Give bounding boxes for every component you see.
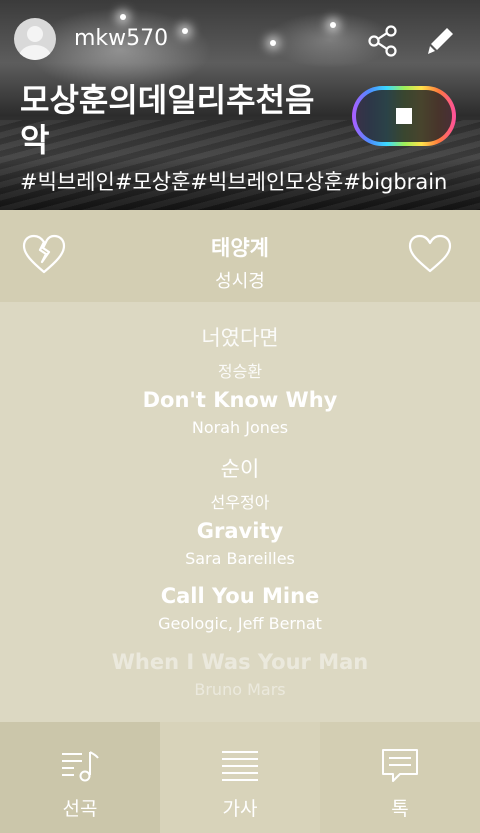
song-artist: Geologic, Jeff Bernat: [158, 614, 322, 633]
username[interactable]: mkw570: [74, 26, 168, 51]
music-list-icon: [62, 751, 99, 782]
chat-icon: [382, 749, 418, 782]
background-light: [120, 14, 126, 20]
song-artist: Sara Bareilles: [185, 549, 295, 568]
playlist-header: mkw570 모상훈의데일리추천음악 #빅브레인#모상훈#빅브레인모상훈#big…: [0, 0, 480, 210]
like-button[interactable]: [406, 232, 454, 276]
song-title: 너였다면: [201, 326, 279, 350]
stop-button[interactable]: [352, 86, 456, 146]
tab-song-selection[interactable]: 선곡: [0, 722, 160, 833]
song-title: 순이: [220, 457, 260, 481]
pencil-icon: [428, 28, 453, 54]
list-item[interactable]: Call You Mine Geologic, Jeff Bernat: [0, 584, 480, 633]
list-item[interactable]: 순이 선우정아: [0, 453, 480, 513]
tab-label: 선곡: [62, 798, 98, 820]
list-item[interactable]: Gravity Sara Bareilles: [0, 519, 480, 568]
heart-icon: [408, 234, 452, 273]
song-artist: Bruno Mars: [194, 680, 286, 699]
background-light: [270, 40, 276, 46]
song-artist: 선우정아: [210, 493, 270, 512]
bottom-tab-bar: 선곡 가사 톡: [0, 722, 480, 833]
background-light: [182, 28, 188, 34]
tab-talk[interactable]: 톡: [320, 722, 480, 833]
song-title: Don't Know Why: [142, 388, 338, 412]
edit-button[interactable]: [424, 22, 458, 60]
lyrics-icon: [222, 751, 258, 781]
share-button[interactable]: [364, 22, 402, 60]
list-item[interactable]: 너였다면 정승환: [0, 322, 480, 382]
tab-label: 톡: [391, 798, 409, 820]
background-light: [330, 22, 336, 28]
song-title: Call You Mine: [160, 584, 320, 608]
now-playing-bar: 태양계 성시경: [0, 210, 480, 302]
song-artist: 정승환: [217, 362, 263, 381]
song-title: When I Was Your Man: [111, 650, 369, 674]
playlist-hashtags[interactable]: #빅브레인#모상훈#빅브레인모상훈#bigbrain: [20, 166, 447, 196]
list-item[interactable]: Don't Know Why Norah Jones: [0, 388, 480, 437]
song-title: Gravity: [196, 519, 284, 543]
list-item[interactable]: When I Was Your Man Bruno Mars: [0, 650, 480, 699]
share-icon: [368, 25, 397, 57]
tab-lyrics[interactable]: 가사: [160, 722, 320, 833]
tab-label: 가사: [222, 798, 258, 820]
song-artist: Norah Jones: [191, 418, 289, 437]
avatar[interactable]: [14, 18, 56, 60]
playlist-title: 모상훈의데일리추천음악: [20, 81, 315, 159]
song-queue: 너였다면 정승환 Don't Know Why Norah Jones 순이 선…: [0, 302, 480, 722]
stop-icon: [396, 108, 412, 124]
